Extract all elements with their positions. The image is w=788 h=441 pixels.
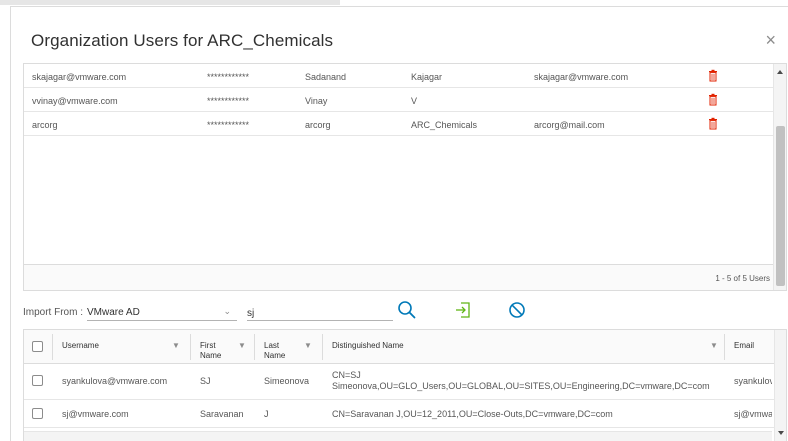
first-name-cell: SJ [200,376,211,386]
column-header-username[interactable]: Username [62,341,99,351]
first-name-cell: Sadanand [305,72,347,82]
filter-icon[interactable]: ▼ [710,341,718,350]
import-from-label: Import From : [23,307,84,318]
user-count: 1 - 5 of 5 Users [715,274,770,283]
vertical-scrollbar[interactable] [773,64,786,290]
password-cell: ************ [207,72,250,82]
column-header-email[interactable]: Email [734,341,754,351]
table-row[interactable]: sj@vmware.com Saravanan J CN=Saravanan J… [24,400,784,428]
import-source-value: VMware AD [87,307,140,318]
dn-cell-line2: Simeonova,OU=GLO_Users,OU=GLOBAL,OU=SITE… [332,381,710,391]
search-input[interactable] [247,303,393,321]
email-cell: sj@vmware [734,409,772,419]
column-separator [254,334,255,360]
vertical-scrollbar[interactable] [774,330,786,441]
last-name-cell: J [264,409,269,419]
trash-icon[interactable] [708,93,718,106]
trash-icon[interactable] [708,69,718,82]
last-name-cell: V [411,96,418,106]
email-cell: syankulova [734,376,772,386]
org-users-dialog: Organization Users for ARC_Chemicals × s… [10,6,788,441]
ad-results-grid: Username ▼ First Name ▼ Last Name ▼ Dist… [23,329,787,441]
last-name-cell: Simeonova [264,376,310,386]
scrollbar-thumb[interactable] [776,126,785,286]
horizontal-scrollbar[interactable] [24,431,772,441]
row-checkbox[interactable] [32,375,43,386]
dialog-title-org: ARC_Chemicals [207,31,334,50]
last-name-cell: Kajagar [411,72,443,82]
column-separator [52,334,53,360]
scroll-down-icon[interactable] [778,431,784,435]
table-row[interactable]: vvinay@vmware.com ************ Vinay V [24,88,774,112]
filter-icon[interactable]: ▼ [172,341,180,350]
import-source-select[interactable]: VMware AD ⌄ [87,303,237,321]
filter-icon[interactable]: ▼ [238,341,246,350]
username-cell: skajagar@vmware.com [32,72,127,82]
username-cell: sj@vmware.com [62,409,129,419]
scroll-up-icon[interactable] [777,70,783,74]
table-row[interactable]: syankulova@vmware.com SJ Simeonova CN=SJ… [24,364,784,400]
dn-cell-line1: CN=SJ [332,370,361,380]
column-separator [724,334,725,360]
search-icon[interactable] [397,300,417,320]
column-header-last-name[interactable]: Last Name [264,341,294,361]
org-users-grid: skajagar@vmware.com ************ Sadanan… [23,63,787,291]
username-cell: arcorg [32,120,58,130]
dn-cell: CN=Saravanan J,OU=12_2011,OU=Close-Outs,… [332,409,613,419]
column-separator [190,334,191,360]
chevron-down-icon: ⌄ [223,306,231,316]
close-icon[interactable]: × [765,31,776,49]
grid-header: Username ▼ First Name ▼ Last Name ▼ Dist… [24,330,784,364]
grid-footer: 1 - 5 of 5 Users [24,264,774,290]
first-name-cell: arcorg [305,120,331,130]
email-cell: arcorg@mail.com [534,120,605,130]
trash-icon[interactable] [708,117,718,130]
filter-icon[interactable]: ▼ [304,341,312,350]
table-row[interactable]: skajagar@vmware.com ************ Sadanan… [24,64,774,88]
username-cell: syankulova@vmware.com [62,376,168,386]
password-cell: ************ [207,96,250,106]
username-cell: vvinay@vmware.com [32,96,118,106]
column-header-dn[interactable]: Distinguished Name [332,341,404,351]
first-name-cell: Saravanan [200,409,244,419]
row-checkbox[interactable] [32,408,43,419]
column-separator [322,334,323,360]
top-strip-bar [0,0,340,5]
import-icon[interactable] [454,300,474,320]
first-name-cell: Vinay [305,96,328,106]
cancel-icon[interactable] [507,300,527,320]
dialog-title-prefix: Organization Users for [31,31,208,50]
password-cell: ************ [207,120,250,130]
table-row[interactable]: arcorg ************ arcorg ARC_Chemicals… [24,112,774,136]
email-cell: skajagar@vmware.com [534,72,629,82]
select-all-checkbox[interactable] [32,341,43,352]
column-header-first-name[interactable]: First Name [200,341,230,361]
last-name-cell: ARC_Chemicals [411,120,478,130]
dialog-title: Organization Users for ARC_Chemicals [31,31,333,51]
